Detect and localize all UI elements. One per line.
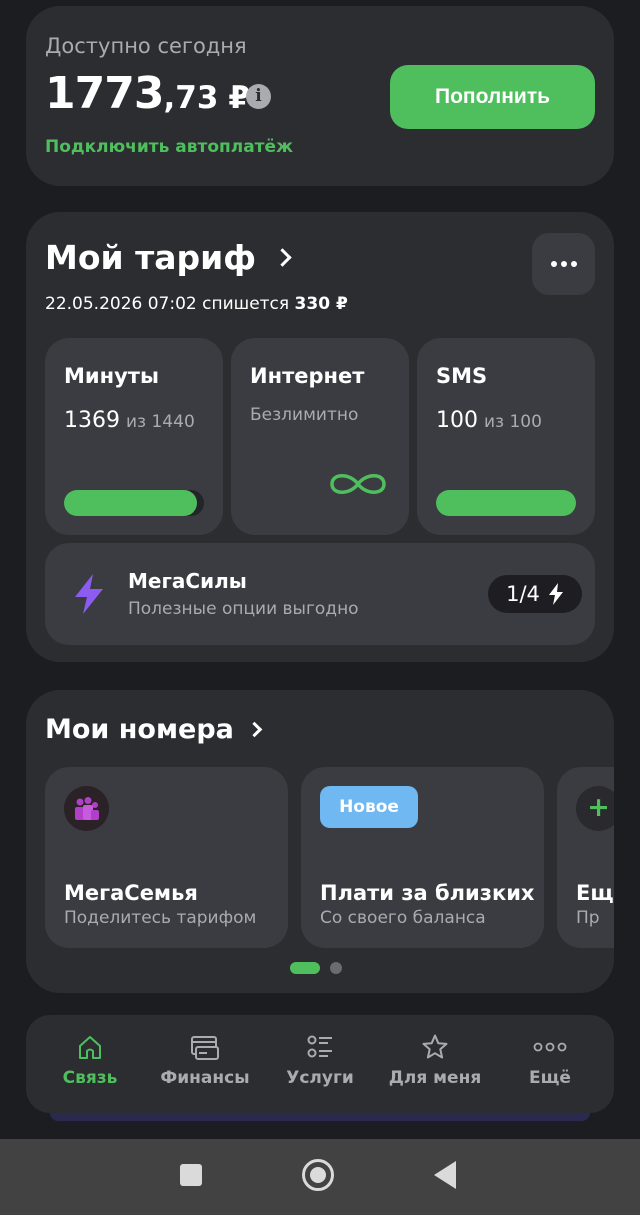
plus-icon: + bbox=[576, 786, 614, 831]
sms-value: 100 из 100 bbox=[436, 408, 542, 433]
pagination-dot[interactable] bbox=[330, 962, 342, 974]
info-icon[interactable]: i bbox=[246, 84, 271, 109]
balance-label: Доступно сегодня bbox=[45, 34, 247, 58]
sms-total: из 100 bbox=[484, 412, 542, 432]
megasily-count: 1/4 bbox=[506, 582, 540, 606]
nav-item-finance[interactable]: Финансы bbox=[150, 1033, 260, 1088]
megasily-title: МегаСилы bbox=[128, 569, 247, 593]
back-button[interactable] bbox=[434, 1161, 456, 1189]
megasemya-card[interactable]: МегаСемья Поделитесь тарифом bbox=[45, 767, 288, 948]
megasemya-subtitle: Поделитесь тарифом bbox=[64, 908, 257, 928]
dot-icon bbox=[560, 261, 567, 267]
minutes-progress-bar bbox=[64, 490, 204, 516]
sms-progress-bar bbox=[436, 490, 576, 516]
nav-label-svyaz: Связь bbox=[62, 1068, 118, 1088]
recents-button[interactable] bbox=[180, 1164, 202, 1186]
pay-for-relatives-title: Плати за близких bbox=[320, 881, 535, 905]
card-icon bbox=[191, 1036, 219, 1060]
nav-label-finance: Финансы bbox=[160, 1068, 250, 1088]
my-numbers-card: Мои номера МегаСемья Поделитесь тарифом … bbox=[26, 690, 614, 993]
balance-amount: 1773 ,73 ₽ bbox=[45, 68, 250, 119]
add-more-title: Ещё bbox=[576, 881, 614, 905]
charge-text: 22.05.2026 07:02 спишется bbox=[45, 294, 290, 314]
system-navigation-bar bbox=[0, 1139, 640, 1215]
autopay-link[interactable]: Подключить автоплатёж bbox=[45, 137, 293, 157]
charge-amount: 330 ₽ bbox=[294, 294, 348, 314]
balance-card: Доступно сегодня 1773 ,73 ₽ i Подключить… bbox=[26, 6, 614, 186]
chevron-right-icon bbox=[273, 248, 292, 267]
nav-item-for-me[interactable]: Для меня bbox=[380, 1033, 490, 1088]
home-button[interactable] bbox=[302, 1159, 334, 1191]
megasily-subtitle: Полезные опции выгодно bbox=[128, 599, 359, 619]
balance-amount-integer: 1773 bbox=[45, 68, 164, 119]
nav-item-more[interactable]: Ещё bbox=[495, 1033, 605, 1088]
minutes-tile[interactable]: Минуты 1369 из 1440 bbox=[45, 338, 223, 535]
sms-remaining: 100 bbox=[436, 408, 478, 433]
sms-progress-fill bbox=[436, 490, 576, 516]
minutes-total: из 1440 bbox=[126, 412, 195, 432]
my-numbers-title: Мои номера bbox=[45, 714, 234, 745]
star-icon bbox=[422, 1034, 448, 1059]
internet-value: Безлимитно bbox=[250, 405, 359, 425]
bottom-navigation: Связь Финансы Услуги Для меня Ещё bbox=[26, 1015, 614, 1113]
add-more-card[interactable]: + Ещё Пр bbox=[557, 767, 614, 948]
carousel-pagination bbox=[290, 962, 342, 974]
tariff-title: Мой тариф bbox=[45, 238, 257, 277]
dot-icon bbox=[570, 261, 577, 267]
services-list-icon bbox=[307, 1035, 332, 1058]
minutes-label: Минуты bbox=[64, 364, 159, 388]
pay-for-relatives-subtitle: Со своего баланса bbox=[320, 908, 486, 928]
dot-icon bbox=[550, 261, 557, 267]
tariff-charge-info: 22.05.2026 07:02 спишется 330 ₽ bbox=[45, 294, 348, 314]
tariff-title-link[interactable]: Мой тариф bbox=[45, 238, 292, 277]
infinity-icon bbox=[330, 474, 386, 494]
pagination-dot-active[interactable] bbox=[290, 962, 320, 974]
nav-label-services: Услуги bbox=[286, 1068, 354, 1088]
chevron-right-icon bbox=[246, 721, 263, 738]
more-dots-icon bbox=[533, 1042, 567, 1052]
sms-label: SMS bbox=[436, 364, 488, 388]
internet-label: Интернет bbox=[250, 364, 365, 388]
internet-tile[interactable]: Интернет Безлимитно bbox=[231, 338, 409, 535]
tariff-card: Мой тариф 22.05.2026 07:02 спишется 330 … bbox=[26, 212, 614, 662]
home-icon bbox=[79, 1036, 101, 1059]
new-badge: Новое bbox=[320, 786, 418, 828]
pay-for-relatives-card[interactable]: Новое Плати за близких Со своего баланса bbox=[301, 767, 544, 948]
minutes-progress-fill bbox=[64, 490, 197, 516]
balance-amount-fraction: ,73 bbox=[163, 80, 219, 116]
nav-label-for-me: Для меня bbox=[388, 1068, 482, 1088]
megasemya-title: МегаСемья bbox=[64, 881, 198, 905]
topup-button[interactable]: Пополнить bbox=[390, 65, 595, 129]
megasily-row[interactable]: МегаСилы Полезные опции выгодно 1/4 bbox=[45, 543, 595, 645]
nav-item-svyaz[interactable]: Связь bbox=[35, 1033, 145, 1088]
sms-tile[interactable]: SMS 100 из 100 bbox=[417, 338, 595, 535]
family-icon bbox=[64, 786, 109, 831]
bolt-icon bbox=[548, 583, 563, 605]
minutes-value: 1369 из 1440 bbox=[64, 408, 195, 433]
more-options-button[interactable] bbox=[532, 233, 595, 295]
lightning-icon bbox=[75, 574, 103, 614]
nav-label-more: Ещё bbox=[529, 1068, 571, 1088]
add-more-subtitle: Пр bbox=[576, 908, 600, 928]
my-numbers-title-link[interactable]: Мои номера bbox=[45, 714, 263, 745]
nav-shadow bbox=[50, 1113, 590, 1121]
minutes-remaining: 1369 bbox=[64, 408, 120, 433]
nav-item-services[interactable]: Услуги bbox=[265, 1033, 375, 1088]
megasily-badge: 1/4 bbox=[488, 575, 582, 613]
